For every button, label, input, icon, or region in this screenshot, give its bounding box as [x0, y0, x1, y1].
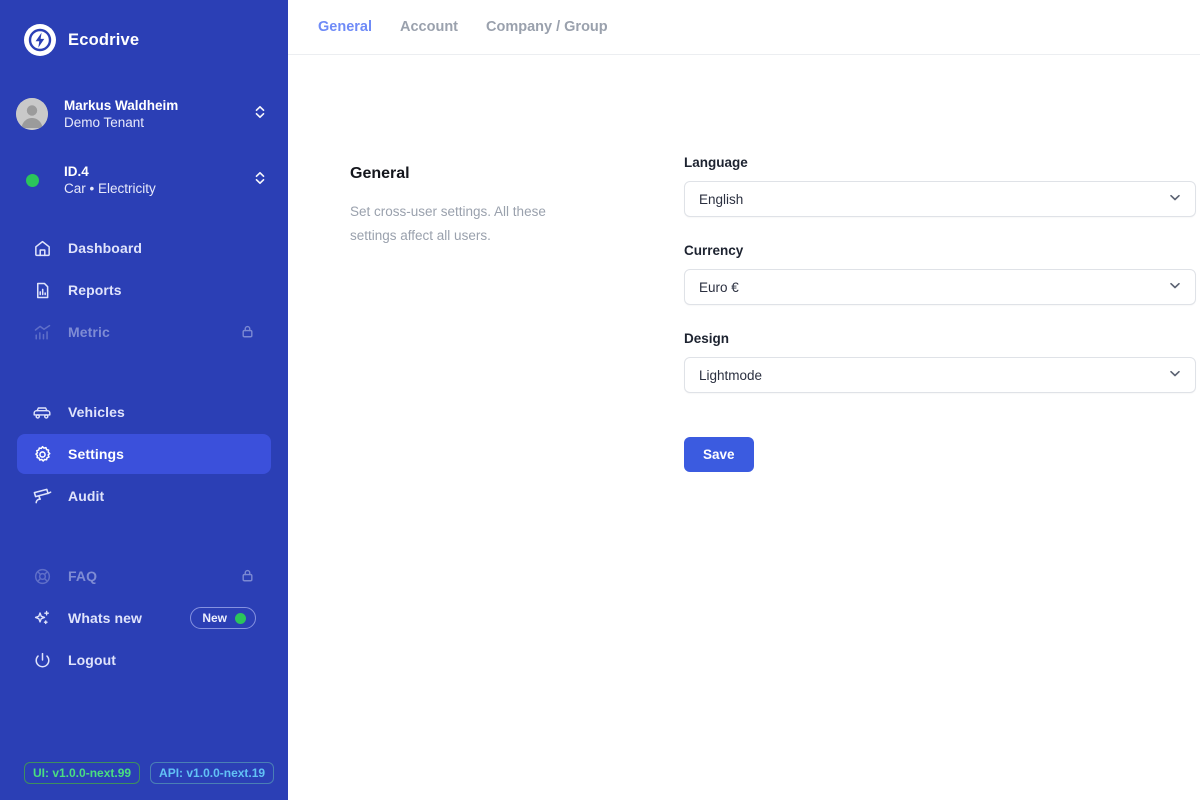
- status-dot-online: [25, 173, 39, 187]
- vehicle-switcher[interactable]: ID.4 Car • Electricity: [0, 156, 288, 204]
- user-info: Markus Waldheim Demo Tenant: [64, 97, 252, 132]
- sidebar-item-logout[interactable]: Logout: [17, 640, 271, 680]
- design-value: Lightmode: [699, 367, 763, 383]
- lifebuoy-icon: [32, 566, 52, 586]
- ui-version-badge: UI: v1.0.0-next.99: [24, 762, 141, 784]
- sparkles-icon: [32, 608, 52, 628]
- chart-trend-icon: [32, 322, 52, 342]
- home-icon: [32, 238, 52, 258]
- tab-general[interactable]: General: [318, 19, 372, 35]
- design-label: Design: [684, 331, 730, 346]
- section-description: Set cross-user settings. All these setti…: [350, 204, 546, 243]
- sidebar-item-label: FAQ: [68, 568, 98, 584]
- brand-name: Ecodrive: [68, 30, 140, 49]
- sidebar-item-dashboard[interactable]: Dashboard: [17, 228, 271, 268]
- badge-dot: [235, 612, 246, 624]
- section-description-column: General Set cross-user settings. All the…: [350, 155, 574, 472]
- user-tenant: Demo Tenant: [64, 115, 145, 130]
- power-icon: [32, 650, 52, 670]
- sidebar: Ecodrive Markus Waldheim Demo Tenant ID.…: [0, 0, 288, 800]
- chevron-down-icon: [1167, 278, 1183, 297]
- sidebar-nav: Dashboard Reports Metric Vehicles Settin…: [0, 228, 288, 680]
- design-select[interactable]: Lightmode: [684, 357, 1196, 393]
- sidebar-item-label: Audit: [68, 488, 105, 504]
- chevron-up-down-icon[interactable]: [252, 170, 268, 191]
- document-chart-icon: [32, 280, 52, 300]
- language-field: Language English: [684, 155, 1200, 217]
- language-value: English: [699, 191, 744, 207]
- security-camera-icon: [32, 486, 52, 506]
- chevron-down-icon: [1167, 190, 1183, 209]
- main-content: General Account Company / Group General …: [288, 0, 1200, 800]
- design-field: Design Lightmode: [684, 331, 1200, 393]
- gear-icon: [32, 444, 52, 464]
- language-select[interactable]: English: [684, 181, 1196, 217]
- sidebar-item-label: Reports: [68, 282, 122, 298]
- user-avatar-icon: [16, 98, 48, 130]
- vehicle-status-indicator: [16, 173, 48, 187]
- currency-select[interactable]: Euro €: [684, 269, 1196, 305]
- page-title: General: [350, 165, 410, 182]
- settings-form: Language English Currency Euro € Design …: [574, 155, 1200, 472]
- app-root: Ecodrive Markus Waldheim Demo Tenant ID.…: [0, 0, 1200, 800]
- sidebar-item-vehicles[interactable]: Vehicles: [17, 392, 271, 432]
- car-icon: [32, 402, 52, 422]
- chevron-down-icon: [1167, 366, 1183, 385]
- sidebar-item-whats-new[interactable]: Whats new New: [17, 598, 271, 638]
- vehicle-details: Car • Electricity: [64, 181, 156, 196]
- lock-icon: [240, 324, 256, 340]
- vehicle-info: ID.4 Car • Electricity: [64, 163, 252, 198]
- api-version-badge: API: v1.0.0-next.19: [150, 762, 275, 784]
- user-switcher[interactable]: Markus Waldheim Demo Tenant: [0, 90, 288, 138]
- sidebar-item-metric[interactable]: Metric: [17, 312, 271, 352]
- vehicle-name: ID.4: [64, 163, 89, 179]
- sidebar-item-label: Vehicles: [68, 404, 125, 420]
- sidebar-item-label: Dashboard: [68, 240, 143, 256]
- lock-icon: [240, 568, 256, 584]
- currency-label: Currency: [684, 243, 744, 258]
- badge-label: New: [202, 611, 227, 625]
- sidebar-item-reports[interactable]: Reports: [17, 270, 271, 310]
- brand-header[interactable]: Ecodrive: [0, 0, 288, 62]
- sidebar-item-faq[interactable]: FAQ: [17, 556, 271, 596]
- user-name: Markus Waldheim: [64, 97, 179, 113]
- sidebar-item-settings[interactable]: Settings: [17, 434, 271, 474]
- settings-content: General Set cross-user settings. All the…: [288, 55, 1200, 472]
- language-label: Language: [684, 155, 748, 170]
- settings-tabs: General Account Company / Group: [288, 0, 1200, 55]
- sidebar-item-label: Whats new: [68, 610, 143, 626]
- version-badges: UI: v1.0.0-next.99 API: v1.0.0-next.19: [24, 762, 275, 784]
- sidebar-item-label: Settings: [68, 446, 125, 462]
- chevron-up-down-icon[interactable]: [252, 104, 268, 125]
- sidebar-item-label: Metric: [68, 324, 110, 340]
- lightning-bolt-icon: [24, 24, 56, 56]
- sidebar-item-label: Logout: [68, 652, 117, 668]
- save-button[interactable]: Save: [684, 437, 754, 472]
- tab-company-group[interactable]: Company / Group: [486, 19, 608, 35]
- currency-field: Currency Euro €: [684, 243, 1200, 305]
- sidebar-item-audit[interactable]: Audit: [17, 476, 271, 516]
- status-badge-new: New: [190, 607, 256, 629]
- tab-account[interactable]: Account: [400, 19, 458, 35]
- currency-value: Euro €: [699, 279, 739, 295]
